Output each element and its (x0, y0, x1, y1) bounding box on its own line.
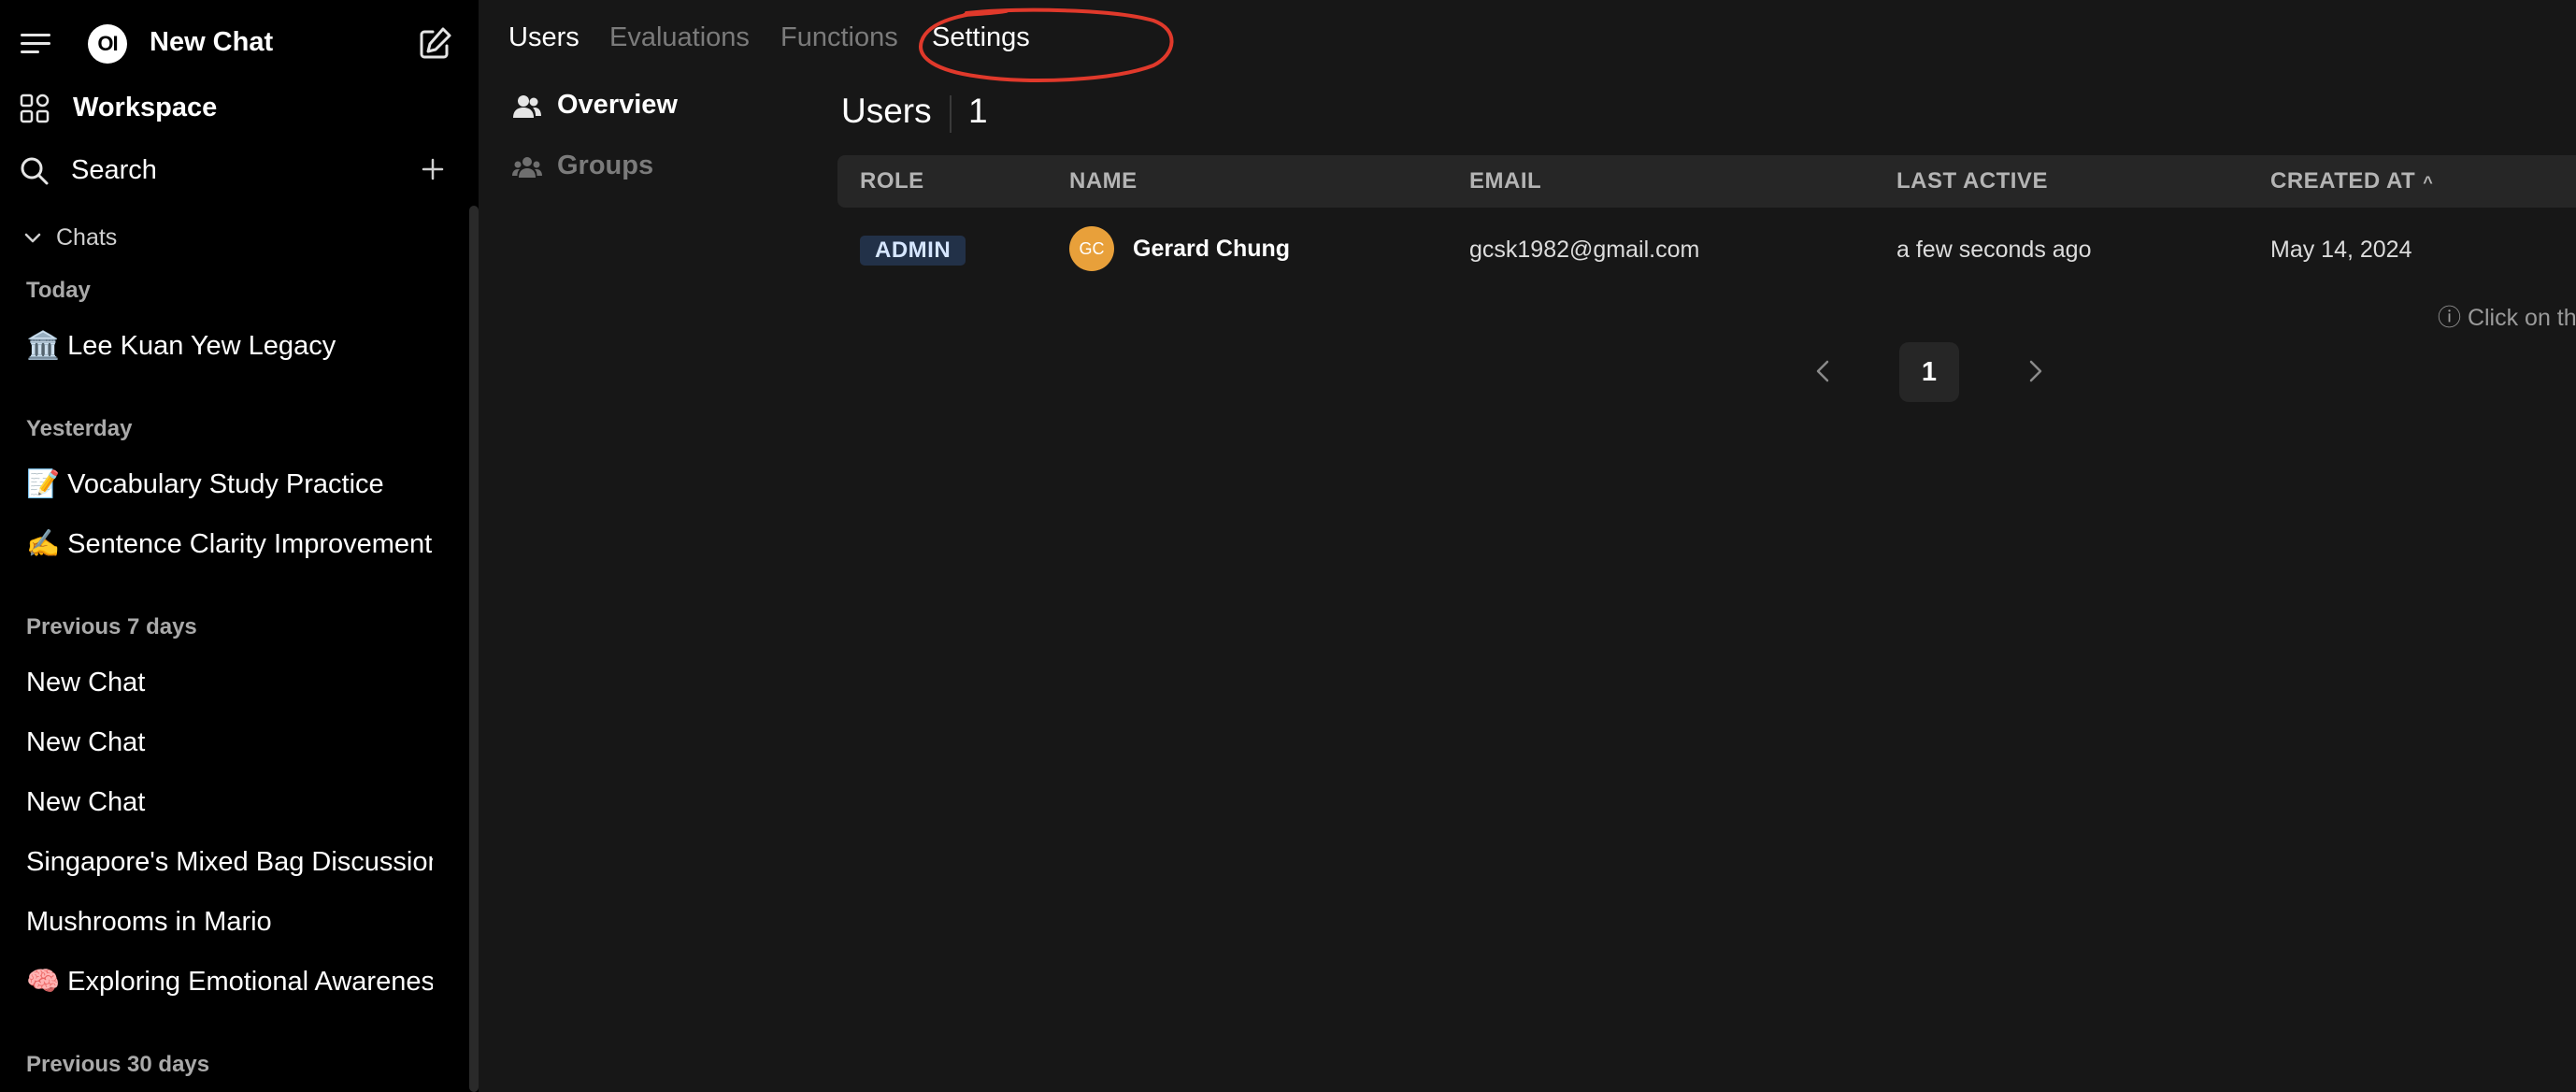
sidebar-search[interactable]: Search (0, 144, 458, 196)
app-logo[interactable]: OI (88, 24, 127, 64)
sidebar: OI New Chat Workspace Search Chats Today… (0, 0, 479, 1092)
sidebar-workspace[interactable]: Workspace (0, 81, 458, 134)
column-created-at[interactable]: CREATED AT ^ (2270, 168, 2433, 194)
chat-item[interactable]: Singapore's Mixed Bag Discussion (26, 838, 433, 886)
menu-icon[interactable] (19, 31, 52, 57)
search-label: Search (71, 155, 157, 185)
chat-item[interactable]: New Chat (26, 658, 433, 707)
user-count: 1 (968, 92, 988, 130)
plus-icon[interactable] (419, 155, 447, 183)
workspace-label: Workspace (73, 93, 218, 122)
subnav-groups[interactable]: Groups (512, 145, 793, 190)
tab-functions[interactable]: Functions (780, 22, 898, 53)
chat-item[interactable]: New Chat (26, 718, 433, 767)
user-email: gcsk1982@gmail.com (1469, 237, 1700, 263)
chat-item[interactable]: New Chat (26, 778, 433, 826)
search-icon (21, 157, 49, 185)
group-label-today: Today (26, 278, 91, 303)
group-label-previous-30-days: Previous 30 days (26, 1052, 210, 1077)
compose-icon[interactable] (415, 24, 454, 64)
role-badge[interactable]: ADMIN (860, 236, 966, 266)
users-icon (513, 95, 541, 118)
column-name[interactable]: NAME (1069, 168, 1138, 194)
tab-users[interactable]: Users (508, 22, 580, 53)
group-label-yesterday: Yesterday (26, 416, 133, 441)
user-name: Gerard Chung (1133, 236, 1291, 262)
tab-settings[interactable]: Settings (932, 22, 1030, 53)
avatar: GC (1069, 226, 1114, 271)
chat-item[interactable]: 📝 Vocabulary Study Practice (26, 460, 433, 509)
sidebar-scrollbar[interactable] (469, 206, 479, 1092)
table-row[interactable]: ADMIN GC Gerard Chung gcsk1982@gmail.com… (837, 221, 2576, 279)
info-hint: ⓘ Click on th (2438, 305, 2576, 331)
page-title: Users (841, 92, 932, 130)
chat-item[interactable]: 🧠 Exploring Emotional Awareness (26, 957, 433, 1006)
chat-item[interactable]: ✍️ Sentence Clarity Improvement (26, 520, 433, 568)
column-role[interactable]: ROLE (860, 168, 924, 194)
chats-section-toggle[interactable]: Chats (22, 221, 209, 258)
groups-label: Groups (557, 151, 654, 180)
sidebar-header: OI New Chat (0, 19, 479, 69)
created-at-label: CREATED AT (2270, 168, 2416, 194)
column-last-active[interactable]: LAST ACTIVE (1896, 168, 2048, 194)
chats-label: Chats (56, 224, 118, 251)
workspace-icon (20, 93, 50, 123)
user-created-at: May 14, 2024 (2270, 237, 2412, 263)
sort-caret-icon: ^ (2423, 173, 2434, 192)
column-email[interactable]: EMAIL (1469, 168, 1541, 194)
chevron-left-icon[interactable] (1808, 353, 1838, 389)
user-group-icon (512, 157, 542, 178)
page-button[interactable]: 1 (1899, 342, 1959, 402)
overview-label: Overview (557, 90, 678, 120)
chevron-down-icon (24, 233, 41, 243)
chat-item[interactable]: 🏛️ Lee Kuan Yew Legacy (26, 322, 433, 370)
group-label-previous-7-days: Previous 7 days (26, 614, 197, 639)
table-header: ROLE NAME EMAIL LAST ACTIVE CREATED AT ^ (837, 155, 2576, 208)
new-chat-button[interactable]: New Chat (150, 27, 273, 58)
chat-item[interactable]: Mushrooms in Mario (26, 898, 433, 946)
subnav-overview[interactable]: Overview (512, 84, 793, 129)
title-divider (950, 95, 952, 133)
chevron-right-icon[interactable] (2021, 353, 2051, 389)
tab-evaluations[interactable]: Evaluations (609, 22, 750, 53)
user-last-active: a few seconds ago (1896, 237, 2092, 263)
